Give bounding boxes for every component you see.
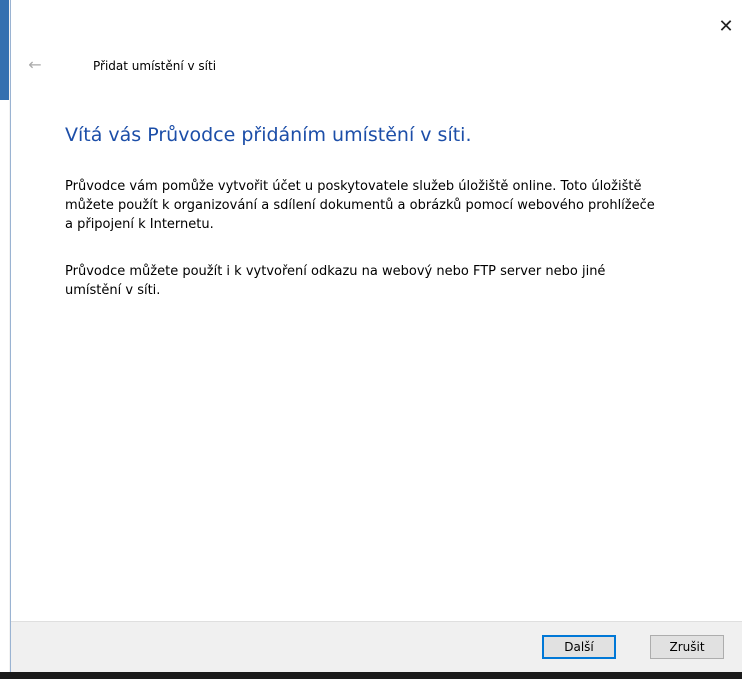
cancel-button[interactable]: Zrušit [650,635,724,659]
next-button[interactable]: Další [542,635,616,659]
dialog-footer: Další Zrušit [11,621,742,673]
background-window-body [0,100,9,679]
add-network-location-dialog: ✕ ← Přidat umístění v síti Vítá vás Prův… [10,0,742,673]
wizard-title: Přidat umístění v síti [93,59,217,73]
taskbar-edge [0,672,742,679]
description-paragraph-2: Průvodce můžete použít i k vytvoření odk… [65,264,606,298]
welcome-heading: Vítá vás Průvodce přidáním umístění v sí… [65,124,472,146]
back-arrow-icon[interactable]: ← [25,55,45,75]
description-paragraph-1: Průvodce vám pomůže vytvořit účet u posk… [65,179,655,232]
close-icon[interactable]: ✕ [713,14,739,40]
screen: ✕ ← Přidat umístění v síti Vítá vás Prův… [0,0,742,679]
